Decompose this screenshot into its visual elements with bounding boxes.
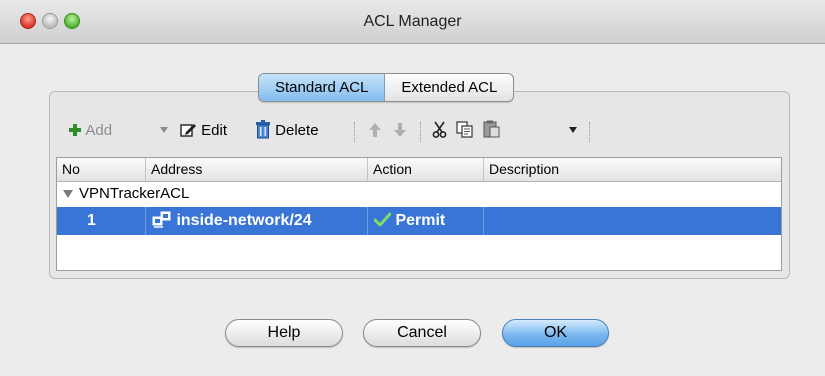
- add-dropdown-arrow[interactable]: [159, 117, 169, 145]
- scissors-icon: [432, 121, 447, 138]
- delete-button[interactable]: Delete: [255, 117, 319, 145]
- row-address: inside-network/24: [176, 212, 312, 229]
- cut-button[interactable]: [432, 117, 447, 145]
- pencil-icon: [180, 124, 196, 137]
- chevron-down-icon: [569, 127, 577, 133]
- window-title: ACL Manager: [363, 13, 462, 30]
- paste-button[interactable]: [483, 117, 500, 145]
- checkmark-icon: [373, 212, 392, 227]
- toolbar-separator: [420, 122, 421, 142]
- disclosure-triangle-icon[interactable]: [63, 190, 73, 199]
- row-action-cell: Permit: [368, 207, 484, 235]
- title-bar[interactable]: ACL Manager: [0, 0, 825, 44]
- table-header: No Address Action Description: [57, 158, 781, 182]
- move-down-button[interactable]: [393, 117, 407, 145]
- add-button[interactable]: Add: [68, 117, 112, 145]
- cancel-button[interactable]: Cancel: [363, 319, 481, 347]
- tab-standard-acl[interactable]: Standard ACL: [259, 74, 386, 101]
- chevron-down-icon: [160, 127, 168, 133]
- row-number: 1: [57, 207, 146, 235]
- delete-button-label: Delete: [275, 122, 319, 139]
- column-header-description[interactable]: Description: [484, 158, 781, 181]
- plus-icon: [69, 124, 81, 136]
- copy-icon: [456, 121, 473, 138]
- arrow-down-icon: [394, 123, 406, 137]
- ok-button[interactable]: OK: [502, 319, 609, 347]
- tab-extended-acl[interactable]: Extended ACL: [385, 74, 513, 101]
- trash-icon: [256, 120, 270, 139]
- edit-button[interactable]: Edit: [180, 117, 227, 145]
- move-up-button[interactable]: [368, 117, 382, 145]
- more-dropdown-arrow[interactable]: [568, 117, 578, 145]
- acl-group-row[interactable]: VPNTrackerACL: [57, 182, 781, 206]
- row-action: Permit: [395, 212, 446, 229]
- acl-type-segmented-control: Standard ACL Extended ACL: [258, 73, 515, 102]
- acl-table: No Address Action Description VPNTracker…: [56, 157, 782, 271]
- edit-button-label: Edit: [201, 122, 228, 139]
- network-icon: [152, 211, 171, 228]
- column-header-address[interactable]: Address: [146, 158, 368, 181]
- acl-group-name: VPNTrackerACL: [79, 185, 190, 202]
- column-header-action[interactable]: Action: [368, 158, 484, 181]
- add-button-label: Add: [85, 122, 113, 139]
- copy-button[interactable]: [456, 117, 473, 145]
- arrow-up-icon: [369, 123, 381, 137]
- help-button[interactable]: Help: [225, 319, 343, 347]
- row-address-cell: inside-network/24: [146, 207, 368, 235]
- toolbar-separator: [589, 122, 590, 142]
- clipboard-icon: [483, 120, 500, 138]
- acl-toolbar: Add Edit Delete: [62, 117, 774, 145]
- toolbar-separator: [354, 122, 355, 142]
- table-row[interactable]: 1 inside-network/24 Permit: [57, 207, 781, 235]
- column-header-no[interactable]: No: [57, 158, 146, 181]
- acl-manager-window: ACL Manager Standard ACL Extended ACL Ad…: [0, 0, 825, 376]
- row-description: [484, 207, 781, 235]
